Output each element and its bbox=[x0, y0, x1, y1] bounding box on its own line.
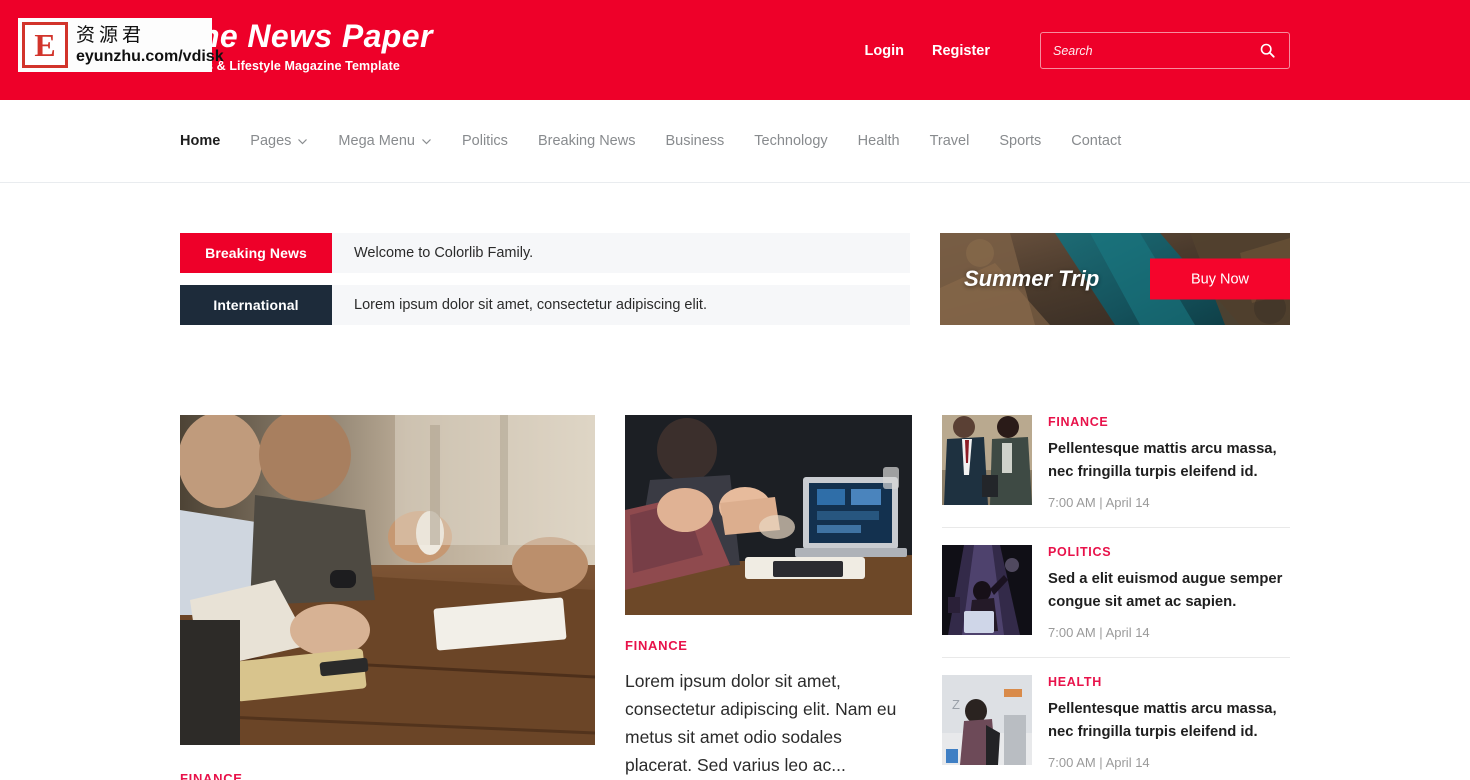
nav-item-label: Business bbox=[665, 133, 725, 149]
featured-image-graphic bbox=[180, 415, 595, 745]
nav-item-label: Technology bbox=[754, 133, 828, 149]
register-link[interactable]: Register bbox=[932, 43, 990, 59]
sidebar-item-date: 7:00 AM | April 14 bbox=[1048, 625, 1150, 640]
sidebar-thumb-health: Z bbox=[942, 675, 1032, 765]
nav-item-label: Breaking News bbox=[537, 133, 636, 149]
ad-column: Summer Trip Buy Now bbox=[940, 233, 1290, 337]
articles-row: FINANCE FINANCE Lorem ipsum dolor sit am… bbox=[180, 337, 1290, 780]
list-item[interactable]: FINANCE Pellentesque mattis arcu massa, … bbox=[942, 415, 1290, 527]
ticker-ad-row: Breaking News Welcome to Colorlib Family… bbox=[180, 183, 1290, 337]
sidebar-item-date: 7:00 AM | April 14 bbox=[1048, 495, 1150, 510]
sidebar-item-title[interactable]: Pellentesque mattis arcu massa, nec frin… bbox=[1048, 438, 1290, 484]
ticker-text-breaking: Welcome to Colorlib Family. bbox=[332, 233, 910, 273]
sidebar-thumbnail bbox=[942, 545, 1032, 635]
nav-item-mega-menu[interactable]: Mega Menu bbox=[338, 133, 432, 149]
middle-article-category[interactable]: FINANCE bbox=[625, 638, 912, 653]
search-icon bbox=[1260, 43, 1275, 58]
sidebar-article-list: FINANCE Pellentesque mattis arcu massa, … bbox=[942, 415, 1290, 780]
nav-item-label: Home bbox=[180, 133, 221, 149]
watermark-chinese-text: 资源君 bbox=[76, 24, 146, 46]
middle-image-graphic bbox=[625, 415, 912, 615]
ticker-badge-international: International bbox=[180, 285, 332, 325]
sidebar-item-category[interactable]: POLITICS bbox=[1048, 545, 1290, 559]
watermark-logo-icon: E bbox=[22, 22, 68, 68]
sidebar-item-title[interactable]: Sed a elit euismod augue semper congue s… bbox=[1048, 568, 1290, 614]
chevron-down-icon bbox=[422, 138, 431, 144]
watermark-text: 资源君 eyunzhu.com/vdisk bbox=[76, 25, 224, 66]
sidebar-item-body: HEALTH Pellentesque mattis arcu massa, n… bbox=[1048, 675, 1290, 770]
featured-category[interactable]: FINANCE bbox=[180, 771, 595, 780]
sidebar-thumbnail: Z bbox=[942, 675, 1032, 765]
nav-item-label: Pages bbox=[250, 133, 292, 149]
sidebar-thumbnail bbox=[942, 415, 1032, 505]
login-link[interactable]: Login bbox=[865, 43, 904, 59]
sidebar-thumb-politics bbox=[942, 545, 1032, 635]
sidebar-item-body: POLITICS Sed a elit euismod augue semper… bbox=[1048, 545, 1290, 640]
ticker-row[interactable]: International Lorem ipsum dolor sit amet… bbox=[180, 285, 910, 325]
middle-article-excerpt[interactable]: Lorem ipsum dolor sit amet, consectetur … bbox=[625, 667, 912, 779]
nav-item-label: Health bbox=[857, 133, 900, 149]
nav-item-health[interactable]: Health bbox=[858, 133, 900, 149]
nav-item-sports[interactable]: Sports bbox=[999, 133, 1041, 149]
nav-item-label: Contact bbox=[1071, 133, 1122, 149]
list-item[interactable]: Z HEALTH Pellentesque mattis arcu massa,… bbox=[942, 658, 1290, 780]
nav-item-breaking-news[interactable]: Breaking News bbox=[538, 133, 636, 149]
sidebar-thumb-finance bbox=[942, 415, 1032, 505]
nav-item-label: Politics bbox=[462, 133, 508, 149]
page-root: The News Paper News & Lifestyle Magazine… bbox=[0, 0, 1470, 780]
svg-text:Z: Z bbox=[952, 697, 960, 712]
ticker-badge-breaking: Breaking News bbox=[180, 233, 332, 273]
buy-now-button[interactable]: Buy Now bbox=[1150, 258, 1290, 300]
main-container: Breaking News Welcome to Colorlib Family… bbox=[180, 183, 1290, 780]
watermark-url: eyunzhu.com/vdisk bbox=[76, 47, 224, 65]
middle-article-image[interactable] bbox=[625, 415, 912, 615]
sidebar-item-category[interactable]: HEALTH bbox=[1048, 675, 1290, 689]
chevron-down-icon bbox=[298, 138, 308, 144]
main-navigation: Home Pages Mega Menu Politics Breaking News B… bbox=[0, 100, 1470, 183]
list-item[interactable]: POLITICS Sed a elit euismod augue semper… bbox=[942, 528, 1290, 657]
nav-item-label: Travel bbox=[929, 133, 970, 149]
nav-item-politics[interactable]: Politics bbox=[462, 133, 508, 149]
middle-article: FINANCE Lorem ipsum dolor sit amet, cons… bbox=[625, 415, 912, 780]
nav-item-technology[interactable]: Technology bbox=[754, 133, 827, 149]
nav-item-business[interactable]: Business bbox=[665, 133, 724, 149]
featured-image[interactable] bbox=[180, 415, 595, 745]
watermark-logo-letter: E bbox=[34, 27, 56, 63]
search-input[interactable] bbox=[1041, 33, 1253, 68]
header-actions: Login Register bbox=[865, 32, 1290, 69]
search-button[interactable] bbox=[1253, 33, 1289, 68]
nav-item-label: Mega Menu bbox=[338, 133, 415, 149]
sidebar-item-date: 7:00 AM | April 14 bbox=[1048, 755, 1150, 770]
ad-banner[interactable]: Summer Trip Buy Now bbox=[940, 233, 1290, 325]
active-nav-indicator bbox=[179, 88, 243, 100]
breaking-news-ticker: Breaking News Welcome to Colorlib Family… bbox=[180, 233, 910, 337]
nav-item-travel[interactable]: Travel bbox=[930, 133, 970, 149]
nav-item-home[interactable]: Home bbox=[180, 133, 220, 149]
search-box[interactable] bbox=[1040, 32, 1290, 69]
nav-item-pages[interactable]: Pages bbox=[250, 133, 308, 149]
ad-title: Summer Trip bbox=[964, 266, 1100, 291]
sidebar-item-body: FINANCE Pellentesque mattis arcu massa, … bbox=[1048, 415, 1290, 510]
nav-item-contact[interactable]: Contact bbox=[1071, 133, 1121, 149]
featured-article: FINANCE bbox=[180, 415, 595, 780]
sidebar-item-category[interactable]: FINANCE bbox=[1048, 415, 1290, 429]
ticker-text-international: Lorem ipsum dolor sit amet, consectetur … bbox=[332, 285, 910, 325]
ticker-row[interactable]: Breaking News Welcome to Colorlib Family… bbox=[180, 233, 910, 273]
watermark-overlay: E 资源君 eyunzhu.com/vdisk bbox=[18, 18, 224, 72]
nav-item-label: Sports bbox=[999, 133, 1042, 149]
sidebar-item-title[interactable]: Pellentesque mattis arcu massa, nec frin… bbox=[1048, 698, 1290, 744]
